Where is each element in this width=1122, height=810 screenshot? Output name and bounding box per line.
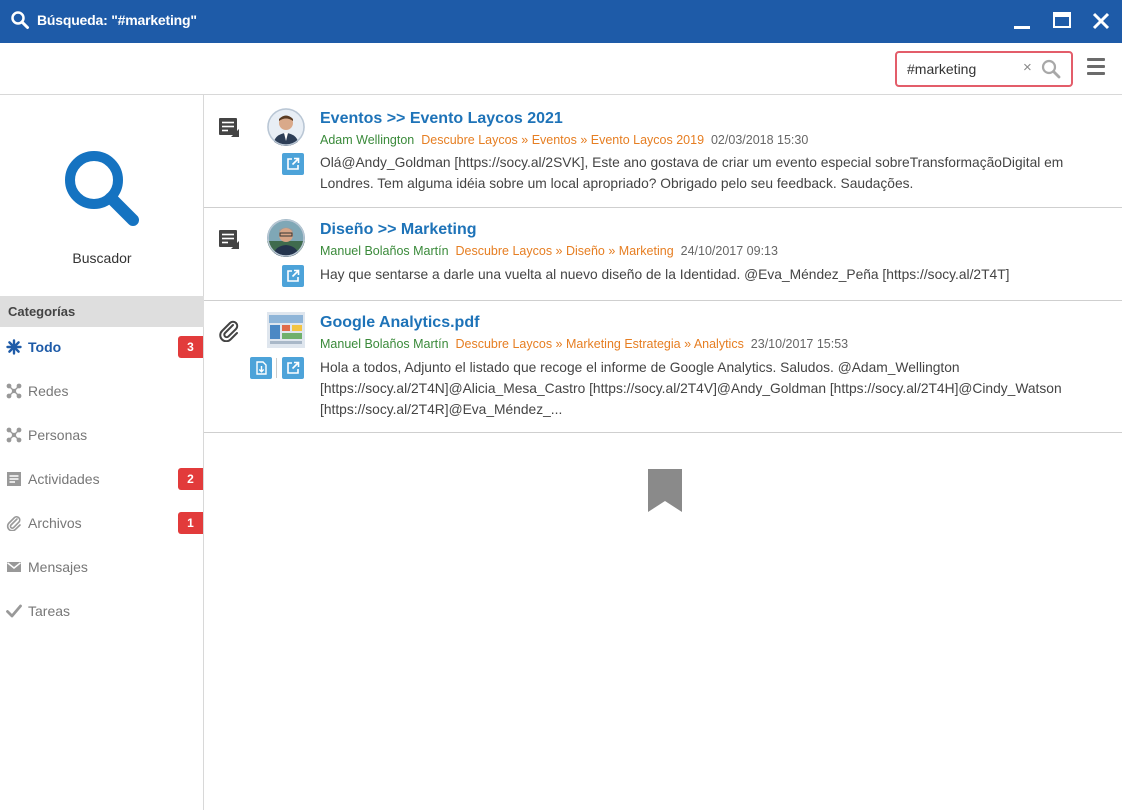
toolbar: ×: [0, 43, 1122, 95]
maximize-button[interactable]: [1051, 10, 1073, 32]
bookmark-icon: [648, 469, 682, 512]
snippet-line: [https://socy.al/2T4R]@Eva_Méndez_...: [320, 402, 563, 417]
people-icon: [6, 427, 22, 443]
sidebar-item-label: Mensajes: [28, 559, 88, 575]
author-link[interactable]: Manuel Bolaños Martín: [320, 244, 449, 258]
results-list: Eventos >> Evento Laycos 2021 Adam Welli…: [204, 95, 1122, 810]
result-title-link[interactable]: Eventos >> Evento Laycos 2021: [320, 110, 563, 128]
sidebar-item-archivos[interactable]: Archivos 1: [0, 503, 204, 543]
result-date: 24/10/2017 09:13: [680, 244, 778, 258]
activity-icon: [7, 472, 21, 486]
result-snippet: Hay que sentarse a darle una vuelta al n…: [320, 264, 1110, 285]
result-date: 02/03/2018 15:30: [710, 133, 809, 147]
search-icon[interactable]: [1040, 58, 1062, 80]
author-link[interactable]: Manuel Bolaños Martín: [320, 337, 449, 351]
action-divider: [276, 358, 277, 378]
envelope-icon: [7, 562, 21, 572]
search-input[interactable]: [907, 61, 1017, 77]
activity-icon: [219, 230, 239, 249]
minimize-button[interactable]: [1011, 10, 1033, 32]
avatar[interactable]: [267, 219, 305, 257]
result-title-link[interactable]: Google Analytics.pdf: [320, 314, 479, 332]
external-link-icon: [287, 269, 300, 282]
menu-button[interactable]: [1087, 58, 1107, 80]
person-photo: [267, 219, 305, 257]
snippet-line: [https://socy.al/2T4N]@Alicia_Mesa_Castr…: [320, 381, 1062, 396]
window-title: Búsqueda: "#marketing": [37, 12, 197, 28]
hamburger-line: [1087, 65, 1105, 68]
external-link-icon: [287, 361, 300, 374]
sidebar-item-personas[interactable]: Personas: [0, 415, 204, 455]
search-box: ×: [895, 51, 1073, 87]
close-icon: [1092, 12, 1110, 30]
result-date: 23/10/2017 15:53: [750, 337, 849, 351]
network-icon: [6, 383, 22, 399]
count-badge: 2: [178, 468, 203, 490]
snippet-line: Hay que sentarse a darle una vuelta al n…: [320, 267, 1010, 282]
sidebar-item-label: Todo: [28, 339, 62, 355]
path-link[interactable]: Descubre Laycos » Marketing Estrategia »…: [456, 337, 744, 351]
result-snippet: Hola a todos, Adjunto el listado que rec…: [320, 357, 1110, 420]
result-title-link[interactable]: Diseño >> Marketing: [320, 221, 477, 239]
download-file-icon: [256, 361, 267, 375]
result-item[interactable]: Eventos >> Evento Laycos 2021 Adam Welli…: [204, 95, 1122, 208]
paperclip-icon: [219, 320, 239, 342]
result-meta: Manuel Bolaños Martín Descubre Laycos » …: [320, 244, 778, 258]
result-meta: Manuel Bolaños Martín Descubre Laycos » …: [320, 337, 848, 351]
author-link[interactable]: Adam Wellington: [320, 133, 414, 147]
sidebar-title: Buscador: [72, 250, 132, 266]
result-item[interactable]: Diseño >> Marketing Manuel Bolaños Martí…: [204, 208, 1122, 301]
categories-header: Categorías: [0, 296, 204, 327]
result-item[interactable]: Google Analytics.pdf Manuel Bolaños Mart…: [204, 301, 1122, 433]
avatar[interactable]: [267, 108, 305, 146]
search-clear-button[interactable]: ×: [1023, 59, 1032, 76]
sidebar-item-actividades[interactable]: Actividades 2: [0, 459, 204, 499]
snippet-line: Hola a todos, Adjunto el listado que rec…: [320, 360, 960, 375]
sidebar-item-label: Personas: [28, 427, 88, 443]
window-titlebar: Búsqueda: "#marketing": [0, 0, 1122, 43]
close-button[interactable]: [1090, 10, 1112, 32]
open-external-button[interactable]: [282, 153, 304, 175]
document-thumbnail[interactable]: [267, 312, 305, 348]
result-meta: Adam Wellington Descubre Laycos » Evento…: [320, 133, 808, 147]
sidebar-item-tareas[interactable]: Tareas: [0, 591, 204, 631]
sidebar-item-label: Tareas: [28, 603, 71, 619]
hamburger-line: [1087, 72, 1105, 75]
open-external-button[interactable]: [282, 265, 304, 287]
snippet-line: Olá@Andy_Goldman [https://socy.al/2SVK],…: [320, 155, 1064, 170]
sidebar-item-label: Actividades: [28, 471, 100, 487]
paperclip-icon: [6, 516, 21, 531]
activity-icon: [219, 118, 239, 137]
count-badge: 3: [178, 336, 203, 358]
search-icon: [11, 11, 29, 29]
search-icon: [65, 151, 139, 226]
sidebar-item-mensajes[interactable]: Mensajes: [0, 547, 204, 587]
external-link-icon: [287, 157, 300, 170]
path-link[interactable]: Descubre Laycos » Eventos » Evento Layco…: [421, 133, 704, 147]
sidebar-item-redes[interactable]: Redes: [0, 371, 204, 411]
maximize-icon: [1053, 12, 1071, 28]
person-photo: [267, 108, 305, 146]
hamburger-icon: [1087, 58, 1105, 61]
count-badge: 1: [178, 512, 203, 534]
path-link[interactable]: Descubre Laycos » Diseño » Marketing: [456, 244, 674, 258]
pdf-preview-image: [267, 312, 305, 348]
sidebar-item-todo[interactable]: Todo 3: [0, 327, 204, 367]
minimize-icon: [1014, 26, 1030, 29]
checkmark-icon: [6, 604, 22, 618]
result-snippet: Olá@Andy_Goldman [https://socy.al/2SVK],…: [320, 152, 1110, 194]
asterisk-icon: [6, 339, 22, 355]
sidebar-item-label: Archivos: [28, 515, 82, 531]
sidebar-item-label: Redes: [28, 383, 69, 399]
sidebar: Buscador Categorías Todo 3 Redes Persona…: [0, 95, 204, 810]
open-external-button[interactable]: [282, 357, 304, 379]
download-button[interactable]: [250, 357, 272, 379]
snippet-line: Londres. Tem alguma idéia sobre um local…: [320, 176, 914, 191]
